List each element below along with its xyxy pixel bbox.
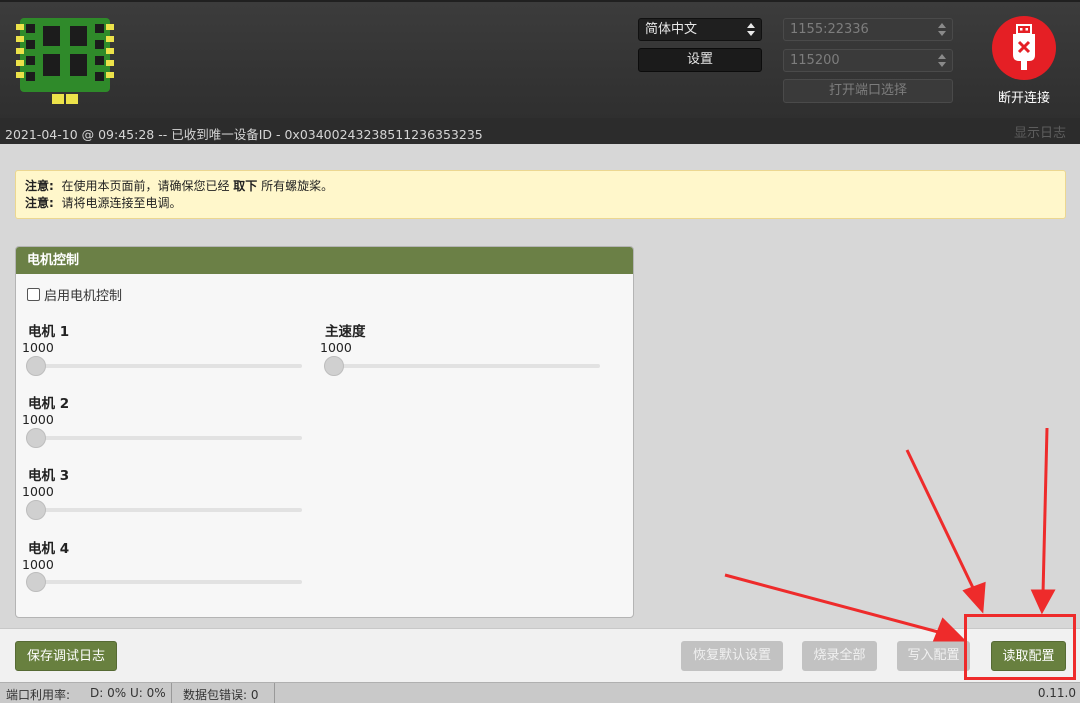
write-config-button[interactable]: 写入配置 <box>897 641 970 671</box>
bottom-toolbar: 保存调试日志 恢复默认设置 烧录全部 写入配置 读取配置 <box>0 628 1080 682</box>
main-content: 注意: 在使用本页面前，请确保您已经 取下 所有螺旋桨。 注意: 请将电源连接至… <box>0 144 1080 628</box>
note-prefix: 注意: <box>25 196 54 210</box>
master-speed-label: 主速度 <box>325 324 366 340</box>
log-bar: 2021-04-10 @ 09:45:28 -- 已收到唯一设备ID - 0x0… <box>0 118 1080 144</box>
flight-controller-logo <box>16 18 114 104</box>
note-prefix: 注意: <box>25 179 54 193</box>
show-log-link[interactable]: 显示日志 <box>1014 122 1066 141</box>
note-line-2: 注意: 请将电源连接至电调。 <box>25 195 1056 212</box>
motor-4-label: 电机 4 <box>28 541 70 557</box>
language-select[interactable]: 简体中文 <box>638 18 762 41</box>
motor-3-value: 1000 <box>22 484 54 499</box>
motor-2-label: 电机 2 <box>28 396 70 412</box>
baud-select[interactable]: 115200 <box>783 49 953 72</box>
note-text: 在使用本页面前，请确保您已经 <box>61 179 230 193</box>
port-select-value: 1155:22336 <box>790 22 869 37</box>
note-text: 请将电源连接至电调。 <box>61 196 182 210</box>
port-usage-label: 端口利用率: <box>6 688 71 702</box>
motor-2-slider-thumb[interactable] <box>26 428 46 448</box>
top-header: 简体中文 设置 1155:22336 115200 打开端口选择 断开连接 <box>0 0 1080 118</box>
save-debug-log-button[interactable]: 保存调试日志 <box>15 641 117 671</box>
port-select[interactable]: 1155:22336 <box>783 18 953 41</box>
open-port-selection-button[interactable]: 打开端口选择 <box>783 79 953 103</box>
status-divider <box>171 683 172 703</box>
settings-button[interactable]: 设置 <box>638 48 762 72</box>
motor-3-label: 电机 3 <box>28 468 70 484</box>
motor-2-value: 1000 <box>22 412 54 427</box>
highlight-box <box>964 614 1076 680</box>
motor-4-slider-thumb[interactable] <box>26 572 46 592</box>
disconnect-circle <box>992 16 1056 80</box>
motor-control-panel: 电机控制 启用电机控制 电机 1 1000 主速度 1000 电机 2 1000… <box>15 246 634 618</box>
packet-errors: 数据包错误: 0 <box>183 688 259 702</box>
warning-note: 注意: 在使用本页面前，请确保您已经 取下 所有螺旋桨。 注意: 请将电源连接至… <box>15 170 1066 219</box>
motor-1-value: 1000 <box>22 340 54 355</box>
note-emphasis: 取下 <box>233 179 258 193</box>
version-label: 0.11.0 <box>1037 686 1076 700</box>
motor-1-label: 电机 1 <box>28 324 70 340</box>
motor-1-slider-track[interactable] <box>26 364 302 368</box>
master-slider-track[interactable] <box>324 364 600 368</box>
status-divider <box>274 683 275 703</box>
motor-2-slider-track[interactable] <box>26 436 302 440</box>
baud-select-value: 115200 <box>790 53 840 68</box>
motor-1-slider-thumb[interactable] <box>26 356 46 376</box>
master-slider-thumb[interactable] <box>324 356 344 376</box>
status-bar: 端口利用率: D: 0% U: 0% 数据包错误: 0 0.11.0 <box>0 682 1080 703</box>
motor-4-slider-track[interactable] <box>26 580 302 584</box>
panel-title: 电机控制 <box>16 247 633 274</box>
usb-icon <box>1013 24 1035 70</box>
disconnect-label: 断开连接 <box>997 91 1050 106</box>
port-usage-value: D: 0% U: 0% <box>90 686 166 700</box>
updown-icon <box>747 23 755 36</box>
flash-all-button[interactable]: 烧录全部 <box>802 641 877 671</box>
note-text: 所有螺旋桨。 <box>261 179 334 193</box>
language-select-value: 简体中文 <box>645 22 698 37</box>
enable-motor-control[interactable]: 启用电机控制 <box>27 285 122 304</box>
restore-defaults-button[interactable]: 恢复默认设置 <box>681 641 783 671</box>
updown-icon <box>938 23 946 36</box>
log-message: 2021-04-10 @ 09:45:28 -- 已收到唯一设备ID - 0x0… <box>5 127 483 142</box>
master-speed-value: 1000 <box>320 340 352 355</box>
disconnect-button[interactable]: 断开连接 <box>990 16 1058 106</box>
motor-3-slider-track[interactable] <box>26 508 302 512</box>
enable-checkbox[interactable] <box>27 288 40 301</box>
motor-3-slider-thumb[interactable] <box>26 500 46 520</box>
updown-icon <box>938 54 946 67</box>
enable-label: 启用电机控制 <box>44 289 123 304</box>
motor-4-value: 1000 <box>22 557 54 572</box>
note-line-1: 注意: 在使用本页面前，请确保您已经 取下 所有螺旋桨。 <box>25 178 1056 195</box>
